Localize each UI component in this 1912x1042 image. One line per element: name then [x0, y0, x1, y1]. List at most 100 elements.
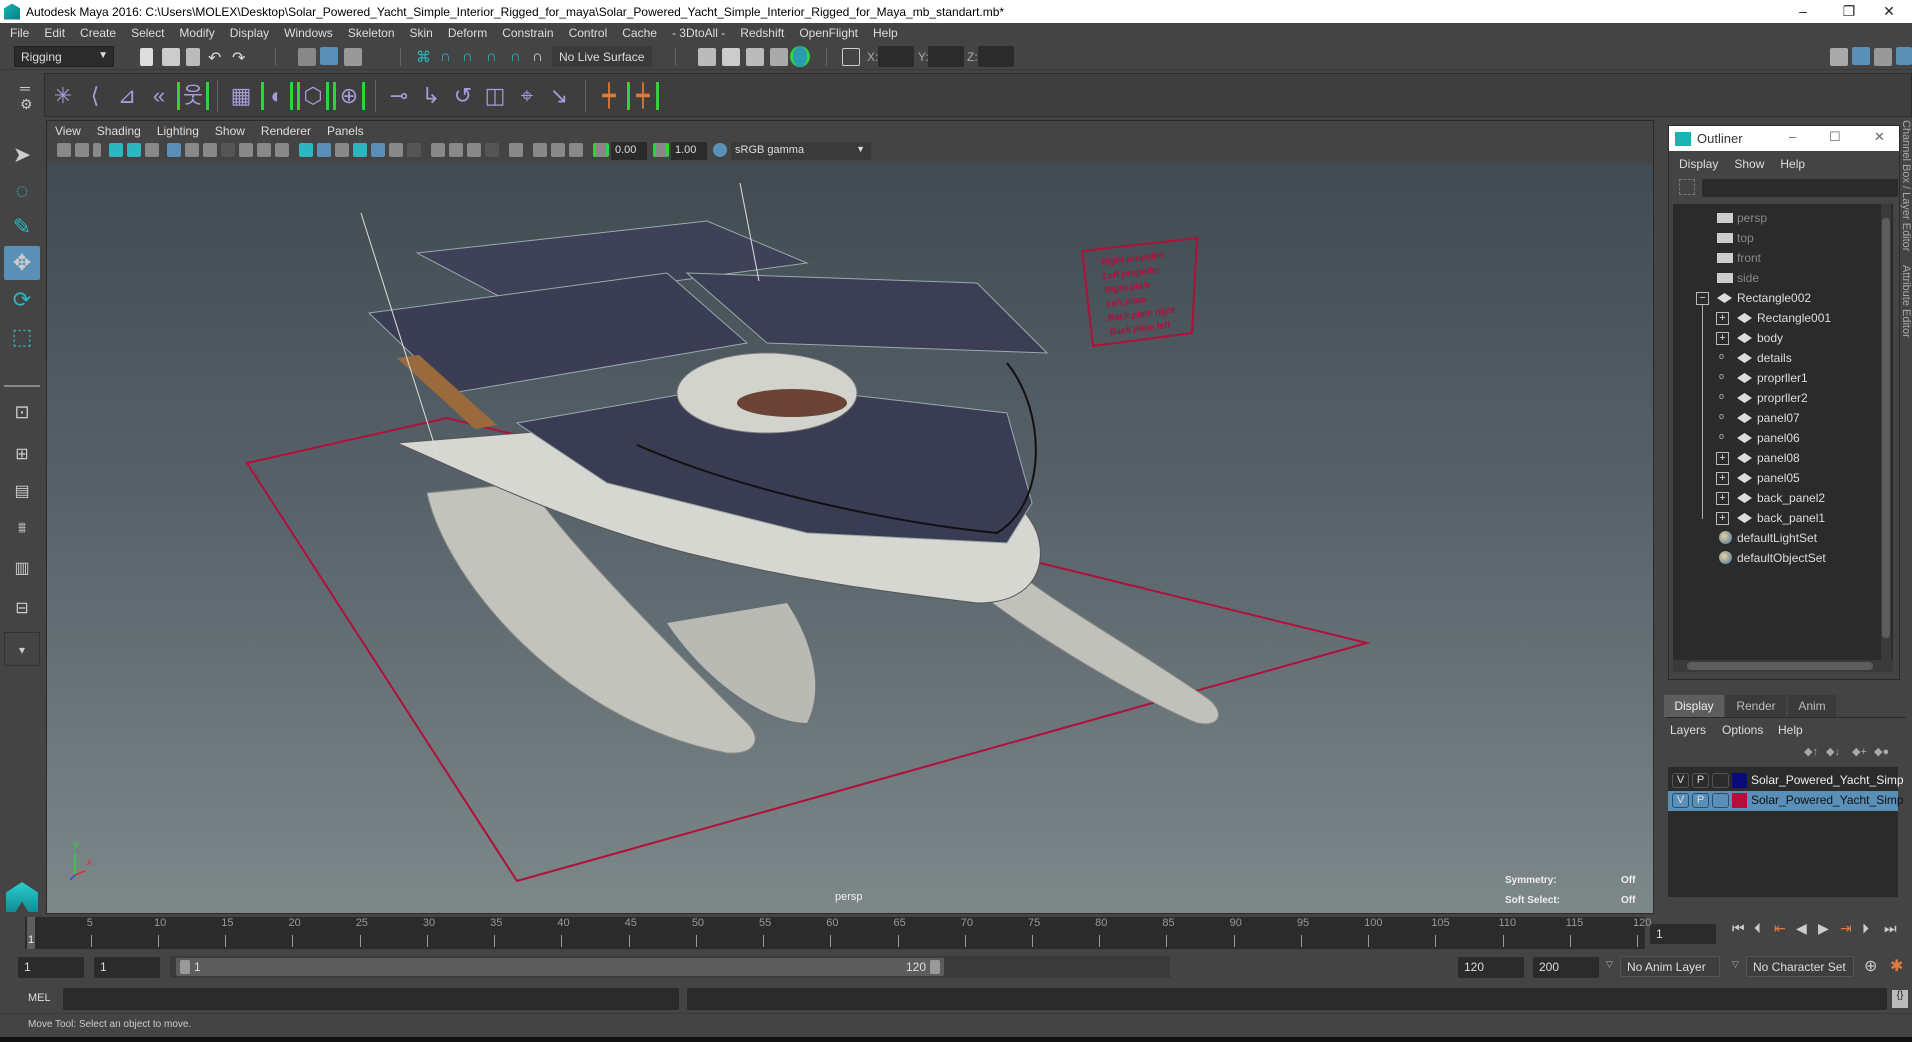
- screen-space-ao-icon[interactable]: [431, 143, 445, 157]
- layer-row-selected[interactable]: V P Solar_Powered_Yacht_Simp: [1668, 791, 1904, 811]
- render-frame-icon[interactable]: [722, 48, 740, 66]
- redo-icon[interactable]: ↷: [232, 48, 250, 67]
- modeling-toolkit-icon[interactable]: [1830, 48, 1848, 66]
- expand-icon[interactable]: +: [1716, 312, 1729, 325]
- outliner-item[interactable]: proprller2: [1737, 388, 1808, 408]
- outliner-item-camera[interactable]: side: [1717, 268, 1759, 288]
- depth-of-field-icon[interactable]: [485, 143, 499, 157]
- lasso-tool-icon[interactable]: ◌: [4, 174, 40, 208]
- layers-menu-options[interactable]: Options: [1722, 723, 1763, 737]
- menu-constrain[interactable]: Constrain: [502, 26, 553, 40]
- outliner-item-camera[interactable]: front: [1717, 248, 1761, 268]
- menu-skeleton[interactable]: Skeleton: [348, 26, 395, 40]
- maya-home-logo-icon[interactable]: [6, 882, 38, 912]
- isolate-select-icon[interactable]: [509, 143, 523, 157]
- orient-constraint-icon[interactable]: ↺: [449, 82, 477, 110]
- outliner-item[interactable]: body: [1737, 328, 1783, 348]
- layer-name[interactable]: Solar_Powered_Yacht_Simp: [1751, 773, 1904, 787]
- menu-control[interactable]: Control: [569, 26, 608, 40]
- panel-menu-view[interactable]: View: [55, 124, 81, 138]
- panel-menu-lighting[interactable]: Lighting: [157, 124, 199, 138]
- go-to-end-icon[interactable]: ⏭: [1884, 920, 1897, 937]
- expand-icon[interactable]: +: [1716, 472, 1729, 485]
- select-tool-icon[interactable]: ➤: [4, 138, 40, 172]
- new-empty-layer-icon[interactable]: ◆+: [1852, 745, 1867, 758]
- new-layer-from-selected-icon[interactable]: ◆●: [1874, 745, 1889, 758]
- expand-icon[interactable]: +: [1716, 512, 1729, 525]
- snap-view-plane-icon[interactable]: ∩: [486, 48, 504, 66]
- hypershade-persp-layout-icon[interactable]: ▥: [4, 552, 40, 586]
- scrollbar-thumb[interactable]: [1687, 662, 1873, 670]
- menu-help[interactable]: Help: [873, 26, 898, 40]
- select-object-icon[interactable]: [320, 47, 338, 65]
- new-scene-icon[interactable]: [140, 48, 153, 66]
- menu-file[interactable]: File: [10, 26, 29, 40]
- script-language-toggle[interactable]: MEL: [28, 992, 51, 1004]
- pole-vector-icon[interactable]: ↘: [545, 82, 573, 110]
- textured-icon[interactable]: [371, 143, 385, 157]
- outliner-menu-help[interactable]: Help: [1780, 157, 1805, 171]
- outliner-item[interactable]: back_panel1: [1737, 508, 1825, 528]
- gate-mask-icon[interactable]: [221, 143, 235, 157]
- step-forward-key-icon[interactable]: ⇥: [1840, 920, 1852, 937]
- outliner-item-camera[interactable]: persp: [1717, 208, 1767, 228]
- time-slider-track[interactable]: 1 5 10 15 20 25 30 35 40 45 50 55 60 65 70 75 80 85 90 95 1…: [25, 917, 1651, 949]
- outliner-item-set[interactable]: defaultObjectSet: [1719, 548, 1826, 568]
- ik-handle-icon[interactable]: ⟨: [81, 82, 109, 110]
- paint-skin-weights-icon[interactable]: ◐: [261, 82, 293, 110]
- close-button[interactable]: ✕: [1866, 0, 1912, 23]
- outliner-menu-show[interactable]: Show: [1734, 157, 1764, 171]
- persp-outliner-graph-layout-icon[interactable]: ⊟: [4, 592, 40, 626]
- move-layer-up-icon[interactable]: ◆↑: [1804, 745, 1818, 758]
- menu-cache[interactable]: Cache: [622, 26, 657, 40]
- wireframe-icon[interactable]: [299, 143, 313, 157]
- menu-skin[interactable]: Skin: [410, 26, 433, 40]
- film-gate-icon[interactable]: [185, 143, 199, 157]
- snap-grid-icon[interactable]: ⌘: [416, 48, 434, 66]
- aim-constraint-icon[interactable]: ⌖: [513, 82, 541, 110]
- channel-box-tab[interactable]: Channel Box / Layer Editor: [1900, 120, 1912, 251]
- 3d-viewport-persp[interactable]: Right propeller Left propeller Right pla…: [47, 163, 1653, 913]
- render-view-icon[interactable]: [698, 48, 716, 66]
- move-layer-down-icon[interactable]: ◆↓: [1826, 745, 1840, 758]
- component-editor-icon[interactable]: ▦: [227, 82, 255, 110]
- exposure-icon[interactable]: [593, 143, 609, 157]
- layers-menu-help[interactable]: Help: [1778, 723, 1803, 737]
- ik-spline-icon[interactable]: ⊿: [113, 82, 141, 110]
- snap-surface-icon[interactable]: ∩: [510, 48, 528, 66]
- character-set-dropdown[interactable]: No Character Set: [1746, 956, 1854, 977]
- auto-key-icon[interactable]: ⊕: [1864, 956, 1877, 976]
- menu-create[interactable]: Create: [80, 26, 116, 40]
- safe-action-icon[interactable]: [257, 143, 271, 157]
- outliner-item[interactable]: Rectangle001: [1737, 308, 1831, 328]
- script-editor-icon[interactable]: {}: [1892, 990, 1908, 1008]
- wireframe-on-shaded-icon[interactable]: [353, 143, 367, 157]
- y-coordinate-input[interactable]: [928, 46, 964, 67]
- anim-layer-chevron-icon[interactable]: ▽: [1606, 959, 1613, 970]
- default-material-icon[interactable]: [335, 143, 349, 157]
- gamma-input[interactable]: 1.00: [671, 142, 707, 160]
- panel-menu-renderer[interactable]: Renderer: [261, 124, 311, 138]
- minimize-button[interactable]: –: [1780, 0, 1826, 23]
- image-plane-icon[interactable]: [109, 143, 123, 157]
- vertical-scrollbar[interactable]: [1881, 204, 1891, 660]
- select-hierarchy-icon[interactable]: [298, 48, 316, 66]
- point-constraint-icon[interactable]: ↳: [417, 82, 445, 110]
- outliner-item[interactable]: panel06: [1737, 428, 1800, 448]
- lattice-icon[interactable]: ⬡: [297, 82, 329, 110]
- animation-end-input[interactable]: 200: [1533, 957, 1599, 978]
- panel-menu-panels[interactable]: Panels: [327, 124, 364, 138]
- cluster-icon[interactable]: ⊕: [333, 82, 365, 110]
- expand-icon[interactable]: +: [1716, 492, 1729, 505]
- select-filter-icon[interactable]: [1679, 179, 1695, 195]
- scale-constraint-icon[interactable]: ◫: [481, 82, 509, 110]
- menu-3dtoall[interactable]: - 3DtoAll -: [672, 26, 725, 40]
- layer-display-type-toggle[interactable]: [1712, 793, 1729, 808]
- character-set-chevron-icon[interactable]: ▽: [1732, 959, 1739, 970]
- outliner-item[interactable]: panel08: [1737, 448, 1800, 468]
- move-tool-icon[interactable]: ✥: [4, 246, 40, 280]
- menu-display[interactable]: Display: [230, 26, 269, 40]
- snap-magnet-icon[interactable]: ∩: [532, 48, 550, 66]
- bookmark-icon[interactable]: [93, 143, 101, 157]
- step-back-frame-icon[interactable]: ⏴: [1754, 920, 1761, 937]
